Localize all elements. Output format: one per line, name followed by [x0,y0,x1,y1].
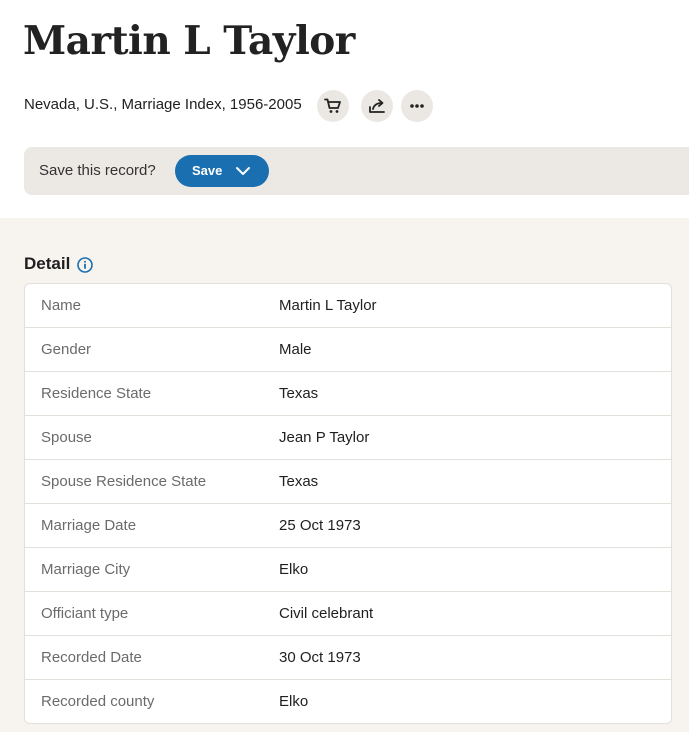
table-row: Residence State Texas [25,372,671,416]
save-button[interactable]: Save [175,155,269,187]
field-label: Recorded Date [41,649,142,666]
save-prompt: Save this record? [39,162,156,179]
field-label: Officiant type [41,605,129,622]
collection-name: Nevada, U.S., Marriage Index, 1956-2005 [24,96,302,113]
chevron-down-icon [236,167,250,175]
table-row: Marriage Date 25 Oct 1973 [25,504,671,548]
more-icon [410,104,424,108]
field-value: Male [279,341,312,358]
field-label: Marriage Date [41,517,137,534]
field-value: Texas [279,385,319,402]
table-row: Officiant type Civil celebrant [25,592,671,636]
field-label: Spouse Residence State [41,473,207,490]
more-options-button[interactable] [401,90,433,122]
info-icon[interactable] [77,257,93,273]
field-label: Gender [41,341,92,358]
table-row: Gender Male [25,328,671,372]
field-value: 30 Oct 1973 [279,649,361,666]
detail-table: Name Martin L Taylor Gender Male Residen… [24,283,672,724]
cart-icon [324,98,341,113]
table-row: Name Martin L Taylor [25,284,671,328]
field-value: Jean P Taylor [279,429,370,446]
share-button[interactable] [361,90,393,122]
field-value: Civil celebrant [279,605,374,622]
table-row: Recorded Date 30 Oct 1973 [25,636,671,680]
field-value: Elko [279,561,309,578]
field-label: Recorded county [41,693,155,710]
save-button-label: Save [192,163,223,178]
detail-heading: Detail [24,254,71,273]
save-record-bar: Save this record? Save [24,147,689,195]
field-value: Elko [279,693,309,710]
add-to-cart-button[interactable] [317,90,349,122]
field-label: Marriage City [41,561,131,578]
field-value: Texas [279,473,319,490]
table-row: Marriage City Elko [25,548,671,592]
field-value: 25 Oct 1973 [279,517,361,534]
table-row: Spouse Residence State Texas [25,460,671,504]
record-header: Martin L Taylor Nevada, U.S., Marriage I… [0,0,689,218]
page-title: Martin L Taylor [23,18,355,64]
table-row: Recorded county Elko [25,680,671,723]
field-value: Martin L Taylor [279,297,377,314]
table-row: Spouse Jean P Taylor [25,416,671,460]
field-label: Residence State [41,385,152,402]
field-label: Name [41,297,82,314]
field-label: Spouse [41,429,92,446]
share-icon [369,99,385,113]
